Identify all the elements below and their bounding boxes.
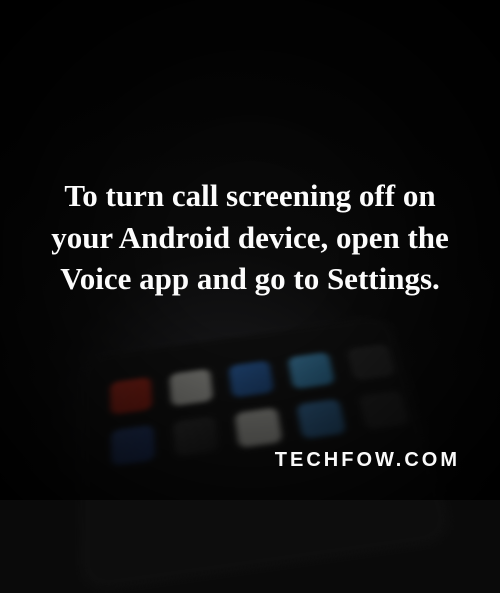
watermark-text: TECHFOW.COM (275, 449, 460, 472)
quote-text: To turn call screening off on your Andro… (0, 175, 500, 301)
content-overlay: To turn call screening off on your Andro… (0, 0, 500, 500)
